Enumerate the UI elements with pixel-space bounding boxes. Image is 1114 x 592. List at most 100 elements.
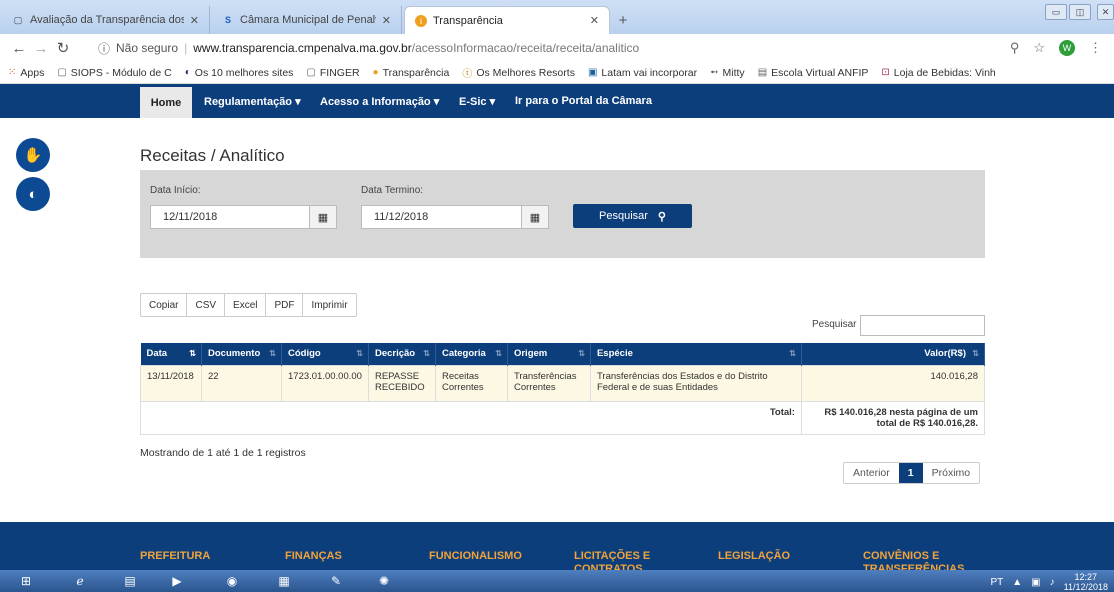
firefox-icon[interactable]: ✺ — [372, 572, 396, 590]
tray-expand-icon[interactable]: ▲ — [1012, 577, 1022, 588]
minimize-icon[interactable]: ▭ — [1045, 4, 1067, 20]
chrome-icon[interactable]: ◉ — [220, 572, 244, 590]
column-header-especie[interactable]: Espécie ⇅ — [590, 343, 802, 365]
export-print-button[interactable]: Imprimir — [303, 294, 355, 316]
footer-link-legislacao[interactable]: LEGISLAÇÃO — [718, 550, 838, 563]
bookmark-anfip[interactable]: ▤ Escola Virtual ANFIP — [758, 67, 869, 79]
sign-language-icon[interactable]: ✋ — [16, 138, 50, 172]
total-label: Total: — [140, 400, 802, 435]
system-tray: PT ▲ ▣ ♪ 12:27 11/12/2018 — [990, 572, 1108, 592]
close-icon[interactable]: ✕ — [190, 14, 199, 27]
security-label: Não seguro — [116, 41, 179, 55]
close-icon[interactable]: ✕ — [590, 14, 599, 27]
footer-link-licitacoes[interactable]: LICITAÇÕES E CONTRATOS — [574, 550, 694, 570]
reload-icon[interactable]: ↻ — [52, 39, 74, 57]
pager-current-page[interactable]: 1 — [898, 463, 923, 483]
export-csv-button[interactable]: CSV — [187, 294, 226, 316]
media-player-icon[interactable]: ▶ — [165, 572, 189, 590]
column-header-descricao[interactable]: Decrição ⇅ — [368, 343, 436, 365]
forward-icon[interactable]: → — [30, 40, 52, 57]
maximize-icon[interactable]: ◫ — [1069, 4, 1091, 20]
footer-link-prefeitura[interactable]: PREFEITURA — [140, 550, 260, 563]
language-indicator[interactable]: PT — [990, 577, 1003, 588]
bookmark-10-melhores[interactable]: ◐ Os 10 melhores sites — [185, 67, 294, 79]
export-copy-button[interactable]: Copiar — [141, 294, 188, 316]
pager-next[interactable]: Próximo — [923, 463, 980, 483]
nav-portal-camara[interactable]: Ir para o Portal da Câmara — [515, 84, 652, 118]
start-button-icon[interactable]: ⊞ — [12, 572, 40, 590]
start-date-input[interactable]: 12/11/2018 — [150, 205, 320, 229]
table-total-row: Total: R$ 140.016,28 nesta página de um … — [140, 400, 986, 435]
paint-icon[interactable]: ✎ — [324, 572, 348, 590]
profile-avatar[interactable]: W — [1059, 40, 1075, 56]
footer-link-funcionalismo[interactable]: FUNCIONALISMO — [429, 550, 549, 563]
column-header-documento[interactable]: Documento ⇅ — [201, 343, 282, 365]
page-icon: ▢ — [57, 67, 67, 78]
nav-acesso-informacao[interactable]: Acesso a Informação ▾ — [320, 84, 439, 118]
bookmark-siops[interactable]: ▢ SIOPS - Módulo de C — [57, 67, 171, 79]
zoom-icon[interactable]: ⚲ — [1010, 40, 1020, 56]
url-field[interactable]: ⓘ Não seguro | www.transparencia.cmpenal… — [98, 38, 639, 58]
browser-tab-transparencia[interactable]: i Transparência ✕ — [404, 6, 610, 34]
url-host: www.transparencia.cmpenalva.ma.gov.br — [193, 41, 412, 55]
calculator-icon[interactable]: ▦ — [272, 572, 296, 590]
volume-icon[interactable]: ♪ — [1050, 577, 1055, 588]
internet-explorer-icon[interactable]: ℯ — [68, 572, 92, 590]
search-icon: ⚲ — [657, 210, 666, 223]
search-button[interactable]: Pesquisar ⚲ — [573, 204, 692, 228]
clock[interactable]: 12:27 11/12/2018 — [1064, 572, 1108, 592]
bookmark-finger[interactable]: ▢ FINGER — [306, 67, 359, 79]
table-header-row: Data ⇅ Documento ⇅ Código ⇅ Decrição ⇅ Categ… — [140, 343, 986, 365]
back-icon[interactable]: ← — [8, 40, 30, 57]
close-icon[interactable]: ✕ — [382, 14, 391, 27]
nav-regulamentacao[interactable]: Regulamentação ▾ — [204, 84, 301, 118]
menu-icon[interactable]: ⋮ — [1089, 40, 1102, 56]
bookmark-transparencia[interactable]: ● Transparência — [373, 67, 450, 79]
browser-tab-avaliacao[interactable]: ▢ Avaliação da Transparência dos ✕ — [2, 6, 210, 34]
footer-link-financas[interactable]: FINANÇAS — [285, 550, 405, 563]
table-search-label: Pesquisar — [812, 319, 857, 330]
nav-esic[interactable]: E-Sic ▾ — [459, 84, 495, 118]
contrast-icon[interactable]: ◐ — [16, 177, 50, 211]
close-window-icon[interactable]: ✕ — [1097, 4, 1114, 20]
column-header-valor[interactable]: Valor(R$) ⇅ — [801, 343, 986, 365]
file-explorer-icon[interactable]: ▤ — [118, 572, 142, 590]
bookmark-resorts[interactable]: ⓣ Os Melhores Resorts — [462, 65, 575, 81]
sort-icon: ⇅ — [495, 349, 502, 358]
calendar-icon[interactable]: ▦ — [521, 205, 549, 229]
bookmark-mitty[interactable]: ➻ Mitty — [710, 67, 745, 79]
school-icon: ▤ — [757, 67, 768, 78]
page-icon: ▢ — [13, 14, 23, 25]
nav-home[interactable]: Home — [140, 84, 192, 118]
export-excel-button[interactable]: Excel — [225, 294, 267, 316]
sort-icon: ⇅ — [189, 349, 196, 358]
pager-previous[interactable]: Anterior — [844, 463, 899, 483]
table-search-input[interactable] — [860, 315, 985, 336]
bookmark-bebidas[interactable]: ⊡ Loja de Bebidas: Vinh — [881, 67, 995, 79]
info-icon: i — [415, 14, 427, 27]
sort-icon: ⇅ — [578, 349, 585, 358]
sort-icon: ⇅ — [789, 349, 796, 358]
bookmark-star-icon[interactable]: ☆ — [1033, 40, 1045, 56]
cell-data: 13/11/2018 — [140, 364, 202, 402]
export-pdf-button[interactable]: PDF — [266, 294, 304, 316]
window-close-control: ✕ — [1097, 4, 1114, 20]
tab-label: Avaliação da Transparência dos — [30, 14, 184, 26]
circle-icon: ◐ — [184, 67, 191, 78]
column-header-data[interactable]: Data ⇅ — [140, 343, 202, 365]
column-header-categoria[interactable]: Categoria ⇅ — [435, 343, 508, 365]
bookmark-latam[interactable]: ▣ Latam vai incorporar — [588, 67, 697, 79]
browser-tab-camara[interactable]: S Câmara Municipal de Penalva ✕ — [212, 6, 402, 34]
sort-icon: ⇅ — [269, 349, 276, 358]
column-header-origem[interactable]: Origem ⇅ — [507, 343, 591, 365]
footer-link-convenios[interactable]: CONVÊNIOS E TRANSFERÊNCIAS — [863, 550, 983, 570]
network-icon[interactable]: ▣ — [1031, 577, 1040, 588]
calendar-icon[interactable]: ▦ — [309, 205, 337, 229]
end-date-input[interactable]: 11/12/2018 — [361, 205, 531, 229]
bookmark-label: Latam vai incorporar — [601, 66, 698, 79]
resort-icon: ⓣ — [462, 69, 473, 80]
bookmark-apps[interactable]: ⁙ Apps — [8, 67, 44, 79]
new-tab-button[interactable]: + — [612, 10, 634, 30]
column-header-codigo[interactable]: Código ⇅ — [281, 343, 369, 365]
url-separator: | — [184, 41, 188, 55]
